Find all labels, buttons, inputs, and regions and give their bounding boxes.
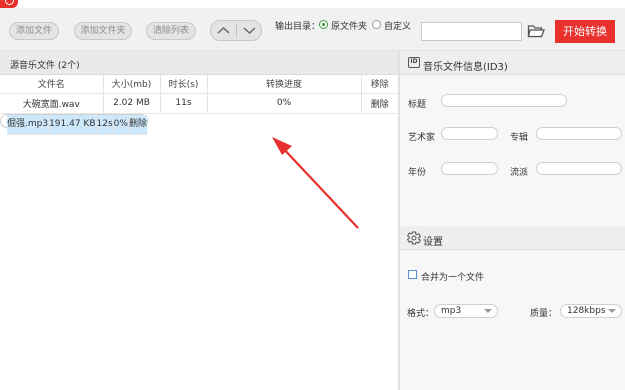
delete-link[interactable]: 删除 — [128, 114, 147, 135]
start-convert-button[interactable]: 开始转换 — [555, 20, 615, 43]
quality-label: 质量： — [530, 309, 558, 319]
file-list-header: 源音乐文件 (2个) — [0, 51, 398, 75]
output-path-input[interactable] — [421, 22, 522, 41]
table-row[interactable]: 大碗宽面.wav 2.02 MB 11s 0% 删除 — [0, 93, 398, 114]
add-file-button[interactable]: 添加文件 — [9, 22, 59, 40]
chevron-down-icon — [243, 27, 256, 35]
file-table: 文件名 大小(mb) 时长(s) 转换进度 移除 大碗宽面.wav 2.02 M… — [0, 75, 398, 135]
title-input[interactable] — [441, 94, 567, 107]
title-strip — [0, 0, 625, 8]
table-row-selected[interactable]: 倔强.mp3 191.47 KB 12s 0% 删除 — [0, 113, 148, 135]
delete-link[interactable]: 删除 — [361, 93, 398, 114]
quality-value: 128kbps — [567, 306, 606, 316]
source-folder-label: 原文件夹 — [331, 22, 368, 32]
cell-duration: 11s — [160, 93, 208, 114]
custom-dir-radio[interactable] — [372, 20, 381, 29]
artist-input[interactable] — [441, 127, 498, 140]
chevron-down-icon — [608, 309, 616, 313]
add-folder-button[interactable]: 添加文件夹 — [74, 22, 132, 40]
move-down-button[interactable] — [237, 21, 262, 40]
table-header-row: 文件名 大小(mb) 时长(s) 转换进度 移除 — [0, 75, 398, 94]
cell-size: 191.47 KB — [48, 114, 97, 135]
settings-header: 设置 — [400, 226, 625, 250]
cell-progress: 0% — [113, 114, 129, 135]
custom-dir-label: 自定义 — [384, 22, 412, 32]
output-dir-label: 输出目录： — [275, 22, 321, 32]
chevron-down-icon — [484, 309, 492, 313]
cell-filename: 倔强.mp3 — [7, 114, 50, 135]
col-filename[interactable]: 文件名 — [0, 75, 104, 94]
right-panel: ID 音乐文件信息(ID3) 标题 艺术家 专辑 年份 流派 设置 合并为一个文… — [400, 51, 625, 390]
artist-label: 艺术家 — [408, 133, 436, 143]
col-duration[interactable]: 时长(s) — [160, 75, 208, 94]
title-label: 标题 — [408, 100, 427, 110]
app-logo-icon — [0, 0, 18, 8]
id3-title: 音乐文件信息(ID3) — [423, 62, 508, 73]
col-remove[interactable]: 移除 — [361, 75, 398, 94]
format-value: mp3 — [441, 306, 462, 316]
format-select[interactable]: mp3 — [434, 304, 498, 318]
source-folder-radio[interactable] — [319, 20, 328, 29]
move-up-button[interactable] — [211, 21, 236, 40]
album-input[interactable] — [536, 127, 622, 140]
genre-label: 流派 — [510, 168, 529, 178]
merge-label: 合并为一个文件 — [421, 273, 485, 283]
cell-size: 2.02 MB — [103, 93, 161, 114]
col-progress[interactable]: 转换进度 — [207, 75, 362, 94]
genre-input[interactable] — [536, 162, 622, 175]
settings-title: 设置 — [423, 237, 443, 248]
col-size[interactable]: 大小(mb) — [103, 75, 161, 94]
folder-icon — [527, 25, 545, 38]
merge-checkbox[interactable] — [408, 270, 417, 279]
id-icon: ID — [408, 57, 420, 68]
id3-header: ID 音乐文件信息(ID3) — [400, 51, 625, 75]
toolbar: 添加文件 添加文件夹 清除列表 输出目录： 原文件夹 自定义 开始转换 — [0, 8, 625, 51]
browse-folder-button[interactable] — [527, 23, 545, 39]
quality-select[interactable]: 128kbps — [560, 304, 622, 318]
year-label: 年份 — [408, 168, 427, 178]
cell-progress: 0% — [207, 93, 362, 114]
format-label: 格式： — [407, 309, 435, 319]
cell-filename: 大碗宽面.wav — [0, 93, 104, 114]
album-label: 专辑 — [510, 133, 529, 143]
gear-icon — [407, 231, 421, 245]
year-input[interactable] — [441, 162, 498, 175]
file-list-title: 源音乐文件 (2个) — [10, 61, 80, 71]
clear-list-button[interactable]: 清除列表 — [146, 22, 196, 40]
chevron-up-icon — [217, 26, 230, 34]
move-buttons-group — [210, 20, 262, 41]
cell-duration: 12s — [96, 114, 114, 135]
